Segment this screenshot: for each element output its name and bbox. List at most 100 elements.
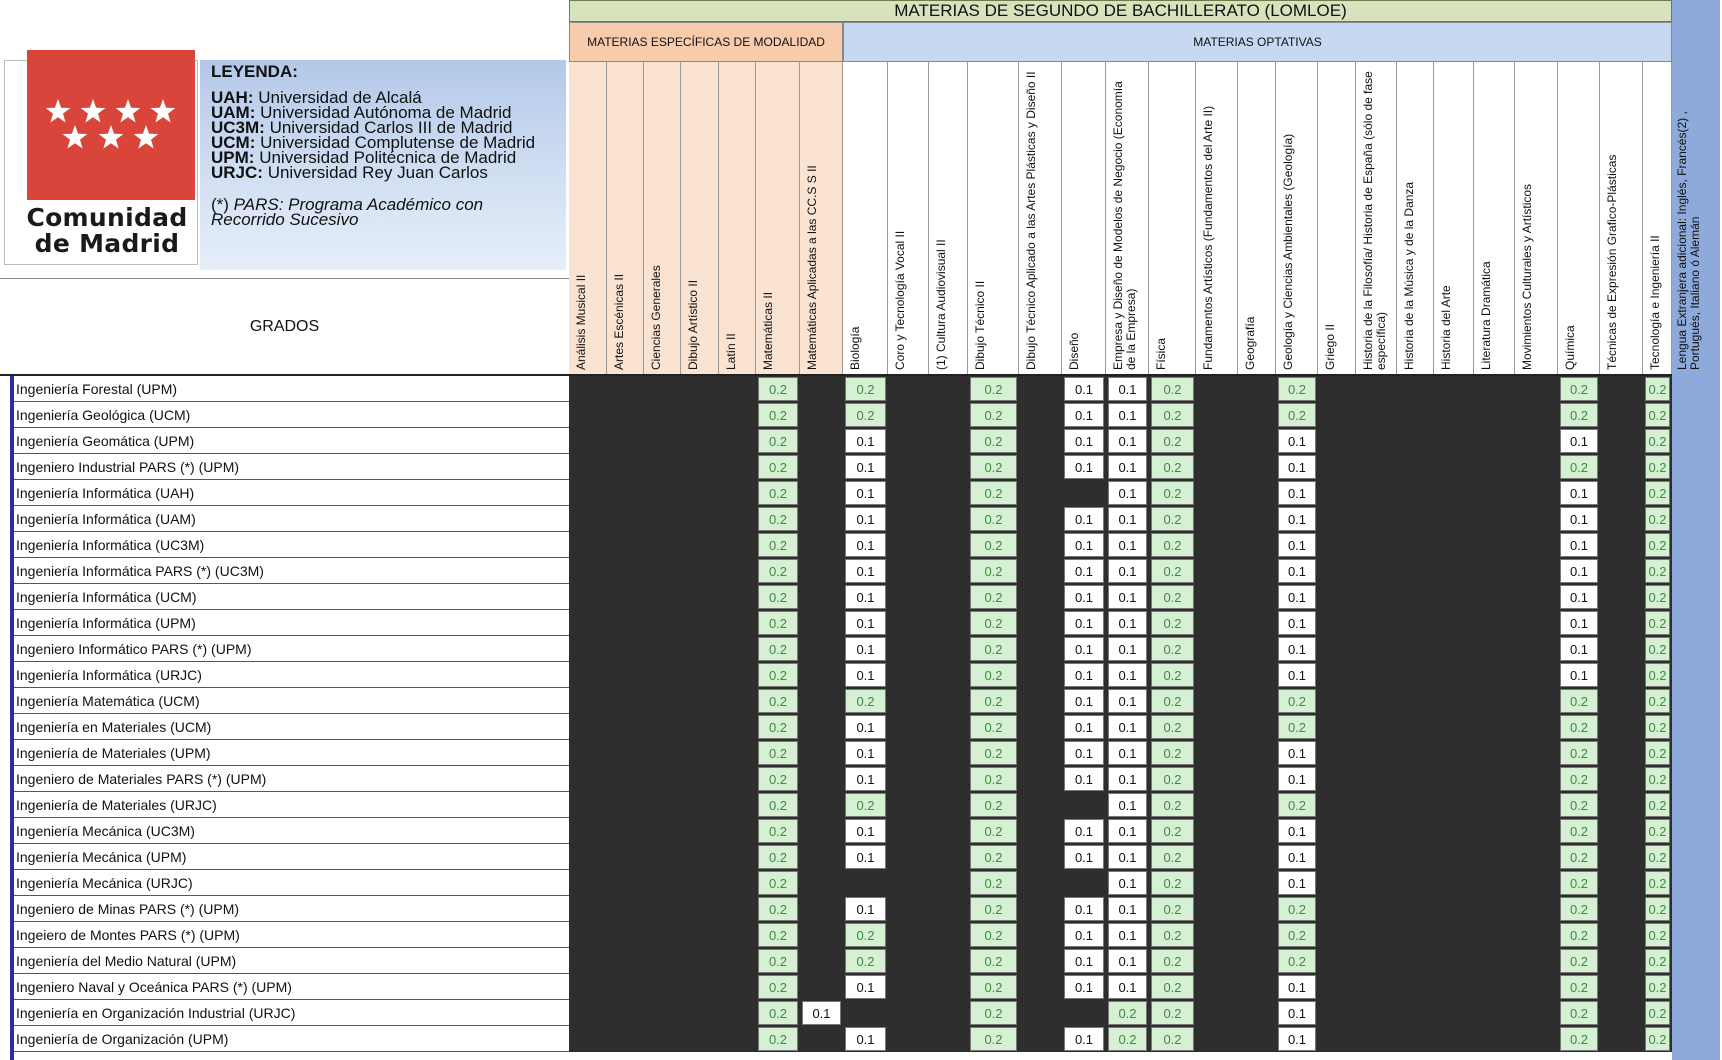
column-header-label: Griego II [1323,323,1337,370]
weight-cell: 0.1 [1560,559,1598,583]
column-header-label: Literatura Dramática [1479,261,1493,370]
column-header-label: Fundamentos Artísticos (Fundamentos del … [1201,105,1215,370]
weight-cell: 0.2 [970,845,1017,869]
weight-cell: 0.2 [1151,975,1194,999]
column-header: Historia del Arte [1434,62,1474,374]
table-row: Ingeniería Informática PARS (*) (UC3M) 0.… [0,558,1672,584]
table-row: Ingeniería Informática (UPM) 0.2 0.1 0.2 0.1… [0,610,1672,636]
weight-cell: 0.2 [1278,715,1316,739]
weight-cell: 0.2 [1645,689,1670,713]
weight-cell: 0.1 [1108,871,1147,895]
weight-cell: 0.2 [1151,1027,1194,1051]
weight-cell: 0.2 [1645,377,1670,401]
weight-cell: 0.2 [1560,767,1598,791]
weight-cell: 0.2 [1560,793,1598,817]
weight-cell: 0.2 [1151,455,1194,479]
column-header: Latín II [719,62,756,374]
weight-cell: 0.2 [758,871,798,895]
weight-cell: 0.2 [1278,897,1316,921]
column-header: Tecnología e Ingeniería II [1643,62,1672,374]
weight-cell: 0.2 [845,377,886,401]
column-header: Química [1558,62,1600,374]
optativas-group-header: MATERIAS OPTATIVAS [843,22,1672,62]
table-row: Ingeniería Informática (UC3M) 0.2 0.1 0.2 0.… [0,532,1672,558]
column-header: Artes Escénicas II [607,62,644,374]
column-header: Literatura Dramática [1474,62,1515,374]
star-icon [150,99,176,123]
degree-name: Ingeniería de Materiales (UPM) [14,740,569,766]
weight-cell: 0.1 [845,741,886,765]
column-header-label: Dibujo Artístico II [686,279,700,370]
weight-cell: 0.1 [1064,1027,1104,1051]
column-header-label: Empresa y Diseño de Modelos de Negocio (… [1111,81,1138,370]
column-header-label: Latín II [724,333,738,370]
weight-cell: 0.1 [1560,481,1598,505]
weight-cell: 0.1 [1064,715,1104,739]
weight-cell: 0.2 [758,819,798,843]
column-header-label: Geografía [1243,316,1257,370]
weight-cell: 0.2 [1151,663,1194,687]
logo-line-1: Comunidad [26,203,188,232]
weight-cell: 0.2 [1645,819,1670,843]
weight-cell: 0.1 [1108,741,1147,765]
weight-cell: 0.1 [1108,975,1147,999]
weight-cell: 0.2 [1560,897,1598,921]
weight-cell: 0.1 [1064,819,1104,843]
weight-cell: 0.1 [1064,663,1104,687]
weight-cell: 0.2 [970,1001,1017,1025]
weight-cell: 0.1 [1064,585,1104,609]
weight-cell: 0.1 [1064,949,1104,973]
weight-cell: 0.1 [1108,923,1147,947]
table-row: Ingeniería de Materiales (URJC) 0.2 0.2 0.2… [0,792,1672,818]
column-header-label: Historia del Arte [1439,285,1453,370]
weight-cell: 0.2 [1151,637,1194,661]
degree-name: Ingeniería Matemática (UCM) [14,688,569,714]
weight-cell: 0.1 [1278,559,1316,583]
weight-cell: 0.1 [1064,741,1104,765]
table-row: Ingeniero de Minas PARS (*) (UPM) 0.2 0.1 0… [0,896,1672,922]
weight-cell: 0.2 [1645,975,1670,999]
weight-cell: 0.2 [758,611,798,635]
star-icon [45,99,71,123]
weight-cell: 0.1 [1278,429,1316,453]
column-header: Matemáticas Aplicadas a las CC.S S II [800,62,843,374]
weight-cell: 0.1 [845,533,886,557]
weight-cell: 0.2 [1151,559,1194,583]
weight-cell: 0.2 [1151,715,1194,739]
weight-cell: 0.1 [1108,689,1147,713]
madrid-flag-logo [27,50,195,200]
weight-cell: 0.2 [845,923,886,947]
weight-cell: 0.2 [758,455,798,479]
column-header-label: Técnicas de Expresión Grafico-Plásticas [1605,154,1619,370]
column-header: Dibujo Técnico Aplicado a las Artes Plás… [1019,62,1062,374]
weight-cell: 0.2 [970,507,1017,531]
degree-name: Ingeniería Mecánica (UPM) [14,844,569,870]
column-header-label: Historia de la Filosofía/ Historia de Es… [1361,71,1388,370]
weight-cell: 0.2 [970,923,1017,947]
weight-cell: 0.2 [758,923,798,947]
weight-cell: 0.1 [1064,429,1104,453]
table-row: Ingeniería de Materiales (UPM) 0.2 0.1 0.2 0… [0,740,1672,766]
weight-cell: 0.2 [1151,871,1194,895]
weight-cell: 0.2 [970,637,1017,661]
weight-cell: 0.1 [1064,377,1104,401]
logo-wordmark: Comunidad de Madrid [12,205,202,257]
column-header-label: Lengua Extranjera adicional: Inglés, Fra… [1675,111,1702,370]
star-icon [62,125,88,149]
column-header-label: Ciencias Generales [649,265,663,370]
weight-cell: 0.1 [1064,455,1104,479]
weight-cell: 0.2 [1151,1001,1194,1025]
weight-cell: 0.1 [802,1001,841,1025]
weight-cell: 0.1 [1108,715,1147,739]
table-row: Ingeniería Informática (URJC) 0.2 0.1 0.2 0.… [0,662,1672,688]
weight-cell: 0.2 [970,585,1017,609]
weight-cell: 0.1 [1064,689,1104,713]
weight-cell: 0.1 [845,455,886,479]
column-header-label: Artes Escénicas II [612,273,626,370]
weight-cell: 0.2 [1645,559,1670,583]
weight-cell: 0.1 [845,507,886,531]
column-header: Historia de la Música y de la Danza [1397,62,1434,374]
degree-name: Ingeniería Informática (UPM) [14,610,569,636]
weight-cell: 0.2 [970,403,1017,427]
weight-cell: 0.1 [1278,637,1316,661]
